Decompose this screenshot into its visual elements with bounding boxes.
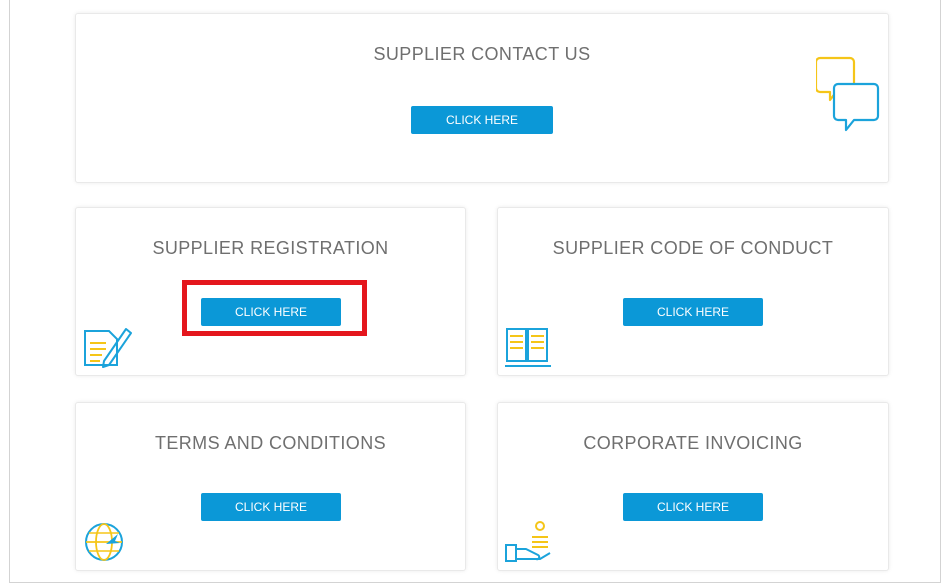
corporate-invoicing-card: CORPORATE INVOICING CLICK HERE — [497, 402, 889, 571]
card-title: SUPPLIER CONTACT US — [373, 44, 591, 64]
card-title: TERMS AND CONDITIONS — [154, 433, 386, 453]
corporate-invoicing-button[interactable]: CLICK HERE — [623, 493, 763, 521]
chat-bubbles-icon — [816, 56, 880, 132]
highlight-box — [182, 280, 367, 336]
open-book-icon — [505, 328, 551, 367]
hand-coins-icon — [505, 521, 551, 562]
document-pen-icon — [84, 328, 132, 368]
terms-and-conditions-card: TERMS AND CONDITIONS CLICK HERE — [75, 402, 466, 571]
supplier-code-of-conduct-card: SUPPLIER CODE OF CONDUCT CLICK HERE — [497, 207, 889, 376]
card-title: SUPPLIER REGISTRATION — [152, 238, 389, 258]
supplier-contact-card: SUPPLIER CONTACT US CLICK HERE — [75, 13, 889, 183]
terms-and-conditions-button[interactable]: CLICK HERE — [201, 493, 341, 521]
supplier-contact-button[interactable]: CLICK HERE — [411, 106, 553, 134]
card-title: CORPORATE INVOICING — [583, 433, 803, 453]
card-title: SUPPLIER CODE OF CONDUCT — [552, 238, 834, 258]
globe-icon — [85, 523, 123, 561]
supplier-code-of-conduct-button[interactable]: CLICK HERE — [623, 298, 763, 326]
